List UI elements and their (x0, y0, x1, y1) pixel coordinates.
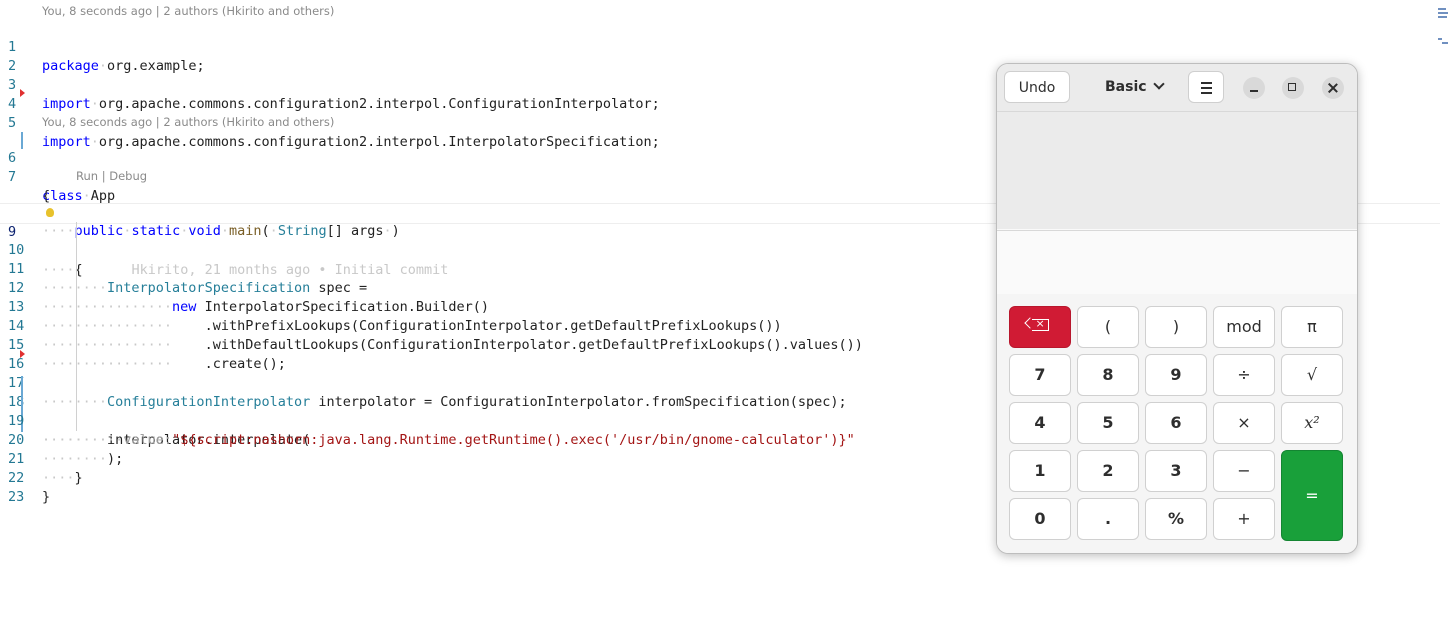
maximize-button[interactable] (1282, 77, 1304, 99)
mode-selector[interactable]: Basic (1105, 71, 1165, 103)
header-bar[interactable]: Undo Basic (997, 64, 1357, 112)
divide-button[interactable]: ÷ (1213, 354, 1275, 396)
backspace-icon (1031, 314, 1049, 334)
lightbulb-icon[interactable] (46, 208, 54, 217)
indent-guide (76, 222, 77, 431)
maximize-icon (1288, 83, 1296, 91)
digit-5-button[interactable]: 5 (1077, 402, 1139, 444)
digit-9-button[interactable]: 9 (1145, 354, 1207, 396)
digit-2-button[interactable]: 2 (1077, 450, 1139, 492)
open-paren-button[interactable]: ( (1077, 306, 1139, 348)
run-debug-codelens: Run | Debug (76, 169, 148, 183)
square-button[interactable]: x² (1281, 402, 1343, 444)
calculator-window[interactable]: Undo Basic ( ) mod π 7 8 9 ÷ √ 4 5 6 × x… (996, 63, 1358, 554)
digit-1-button[interactable]: 1 (1009, 450, 1071, 492)
history-view[interactable] (997, 112, 1357, 229)
equals-button[interactable]: = (1281, 450, 1343, 541)
square-root-button[interactable]: √ (1281, 354, 1343, 396)
digit-7-button[interactable]: 7 (1009, 354, 1071, 396)
keypad: ( ) mod π 7 8 9 ÷ √ 4 5 6 × x² 1 2 3 − =… (997, 294, 1357, 553)
backspace-button[interactable] (1009, 306, 1071, 348)
code-line-2[interactable]: 2 (0, 38, 1440, 74)
subtract-button[interactable]: − (1213, 450, 1275, 492)
add-button[interactable]: + (1213, 498, 1275, 540)
digit-6-button[interactable]: 6 (1145, 402, 1207, 444)
git-blame-codelens[interactable]: You, 8 seconds ago | 2 authors (Hkirito … (42, 115, 334, 129)
line-number: 23 (8, 489, 25, 505)
chevron-down-icon (1152, 78, 1165, 90)
main-menu-button[interactable] (1188, 71, 1224, 103)
minimize-icon (1250, 90, 1258, 92)
multiply-button[interactable]: × (1213, 402, 1275, 444)
run-link[interactable]: Run (76, 169, 98, 183)
minimize-button[interactable] (1243, 77, 1265, 99)
close-paren-button[interactable]: ) (1145, 306, 1207, 348)
undo-button[interactable]: Undo (1004, 71, 1070, 103)
decimal-point-button[interactable]: . (1077, 498, 1139, 540)
percent-button[interactable]: % (1145, 498, 1207, 540)
modified-line-marker[interactable] (21, 132, 23, 149)
pi-button[interactable]: π (1281, 306, 1343, 348)
code-line-1[interactable]: 1 package·org.example; (0, 19, 1440, 74)
debug-link[interactable]: Debug (109, 169, 147, 183)
digit-8-button[interactable]: 8 (1077, 354, 1139, 396)
expression-entry[interactable] (997, 230, 1357, 295)
digit-3-button[interactable]: 3 (1145, 450, 1207, 492)
digit-0-button[interactable]: 0 (1009, 498, 1071, 540)
git-blame-codelens[interactable]: You, 8 seconds ago | 2 authors (Hkirito … (42, 4, 334, 18)
close-button[interactable] (1322, 77, 1344, 99)
digit-4-button[interactable]: 4 (1009, 402, 1071, 444)
mod-button[interactable]: mod (1213, 306, 1275, 348)
